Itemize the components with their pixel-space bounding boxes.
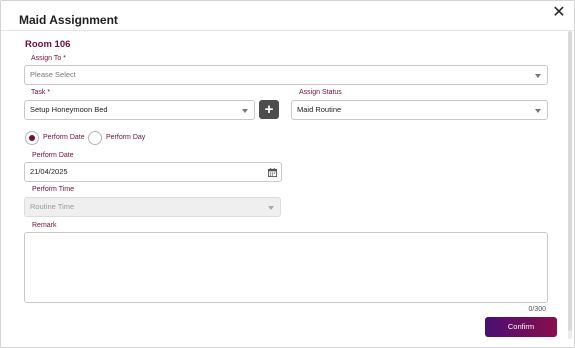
assign-status-label: Assign Status <box>299 89 342 96</box>
confirm-button[interactable]: Confirm <box>485 317 557 337</box>
perform-date-value: 21/04/2025 <box>30 167 68 176</box>
remark-counter: 0/300 <box>528 306 546 313</box>
add-task-button[interactable]: + <box>259 100 279 119</box>
dialog-header: Maid Assignment ✕ <box>1 1 574 31</box>
chevron-down-icon <box>242 109 248 113</box>
remark-textarea[interactable] <box>24 232 548 303</box>
perform-date-radio-label[interactable]: Perform Date <box>43 134 85 141</box>
assign-to-placeholder: Please Select <box>30 70 76 79</box>
perform-date-radio[interactable] <box>25 131 39 145</box>
chevron-down-icon <box>535 74 541 78</box>
dialog-title: Maid Assignment <box>19 13 118 27</box>
task-label: Task * <box>31 89 51 96</box>
assign-to-select[interactable]: Please Select <box>24 65 548 85</box>
maid-assignment-dialog: Maid Assignment ✕ Room 106 Assign To * P… <box>0 0 575 348</box>
perform-day-radio[interactable] <box>88 131 102 145</box>
scrollbar-thumb[interactable] <box>568 31 572 331</box>
perform-date-input[interactable]: 21/04/2025 <box>24 162 282 182</box>
room-label: Room 106 <box>25 39 71 50</box>
calendar-icon[interactable] <box>268 168 277 177</box>
task-select[interactable]: Setup Honeymoon Bed <box>24 100 255 120</box>
assign-status-select[interactable]: Maid Routine <box>291 100 548 120</box>
assign-status-value: Maid Routine <box>297 105 342 114</box>
perform-time-placeholder: Routine Time <box>30 202 75 211</box>
perform-time-select: Routine Time <box>24 197 281 217</box>
plus-icon: + <box>264 101 274 118</box>
remark-label: Remark <box>32 222 57 229</box>
scrollbar[interactable] <box>568 31 572 339</box>
perform-date-label: Perform Date <box>32 152 74 159</box>
assign-to-label: Assign To * <box>31 55 66 62</box>
perform-day-radio-label[interactable]: Perform Day <box>106 134 145 141</box>
close-icon[interactable]: ✕ <box>552 5 566 21</box>
task-value: Setup Honeymoon Bed <box>30 105 108 114</box>
perform-time-label: Perform Time <box>32 186 75 193</box>
chevron-down-icon <box>268 206 274 210</box>
chevron-down-icon <box>535 109 541 113</box>
